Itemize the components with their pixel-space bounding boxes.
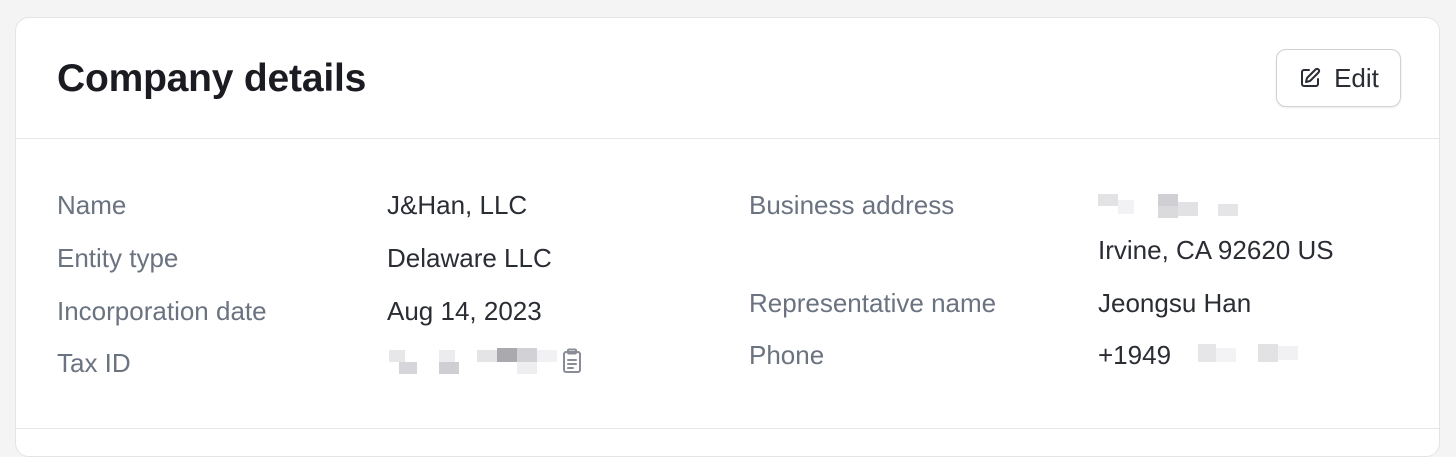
phone-label: Phone <box>749 340 825 370</box>
company-details-card: Company details Edit Name J&Han, LLC Ent… <box>15 17 1440 457</box>
phone-value-prefix: +1949 <box>1098 340 1172 370</box>
edit-button-label: Edit <box>1334 62 1379 93</box>
business-address-redacted-line <box>1098 194 1248 220</box>
business-address-label: Business address <box>749 190 955 220</box>
entity-type-value: Delaware LLC <box>387 243 552 273</box>
incorporation-date-value: Aug 14, 2023 <box>387 296 542 326</box>
name-value: J&Han, LLC <box>387 190 528 220</box>
clipboard-icon[interactable] <box>561 348 583 374</box>
phone-redacted-value <box>1196 344 1306 366</box>
incorporation-date-label: Incorporation date <box>57 296 267 326</box>
card-title: Company details <box>57 57 367 100</box>
card-header: Company details Edit <box>16 18 1439 139</box>
tax-id-redacted-value <box>387 348 557 376</box>
tax-id-label: Tax ID <box>57 348 131 378</box>
business-address-city: Irvine, CA 92620 US <box>1098 235 1334 265</box>
entity-type-label: Entity type <box>57 243 179 273</box>
representative-name-label: Representative name <box>749 288 997 318</box>
pencil-square-icon <box>1298 66 1322 90</box>
name-label: Name <box>57 190 127 220</box>
section-divider <box>16 428 1439 429</box>
edit-button[interactable]: Edit <box>1276 49 1401 107</box>
representative-name-value: Jeongsu Han <box>1098 288 1252 318</box>
